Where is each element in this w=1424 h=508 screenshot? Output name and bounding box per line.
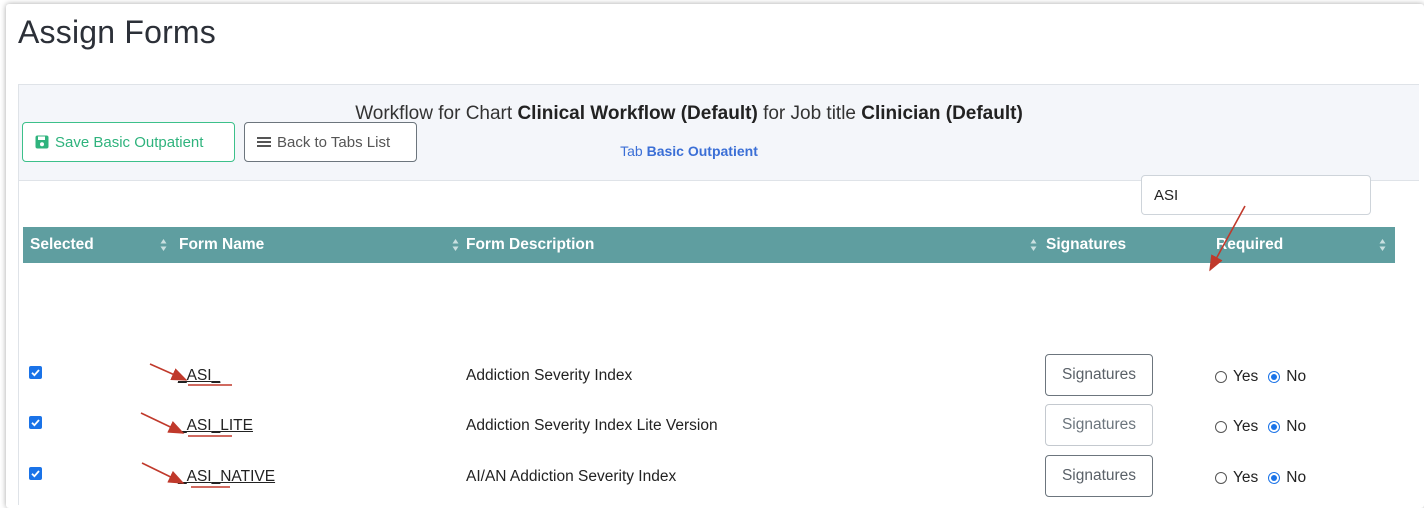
- signatures-button[interactable]: Signatures: [1045, 404, 1153, 446]
- required-yes-radio[interactable]: [1215, 371, 1227, 383]
- form-name-prefix: _ASI: [178, 417, 212, 434]
- form-description: Addiction Severity Index: [466, 367, 633, 384]
- yes-label: Yes: [1233, 368, 1259, 385]
- form-name-suffix: _LITE: [211, 417, 253, 434]
- tab-name: Basic Outpatient: [646, 143, 758, 159]
- required-radio-group: Yes No: [1215, 418, 1306, 436]
- required-yes-radio[interactable]: [1215, 421, 1227, 433]
- required-radio-group: Yes No: [1215, 469, 1306, 487]
- col-form-description[interactable]: Form Description: [466, 227, 594, 263]
- job-title: Clinician (Default): [861, 103, 1023, 124]
- table-row: _ASI_LITE Addiction Severity Index Lite …: [23, 404, 1395, 454]
- sort-icon[interactable]: [1030, 238, 1037, 252]
- required-no-radio[interactable]: [1268, 472, 1281, 484]
- form-name-link[interactable]: _ASI_: [178, 367, 220, 385]
- required-no-radio[interactable]: [1268, 371, 1281, 383]
- form-description: Addiction Severity Index Lite Version: [466, 417, 718, 434]
- workflow-prefix: Workflow for Chart: [355, 103, 513, 124]
- col-selected[interactable]: Selected: [30, 227, 94, 263]
- row-select-checkbox[interactable]: [29, 366, 42, 379]
- required-radio-group: Yes No: [1215, 368, 1306, 386]
- signatures-button[interactable]: Signatures: [1045, 354, 1153, 396]
- save-button-label: Save Basic Outpatient: [55, 133, 204, 151]
- form-name-suffix: _NATIVE: [211, 468, 276, 485]
- no-label: No: [1286, 368, 1307, 385]
- form-name-link[interactable]: _ASI_LITE: [178, 417, 253, 435]
- back-button-label: Back to Tabs List: [277, 133, 391, 151]
- form-description: AI/AN Addiction Severity Index: [466, 468, 677, 485]
- yes-label: Yes: [1233, 418, 1259, 435]
- col-form-name[interactable]: Form Name: [179, 227, 264, 263]
- tab-prefix: Tab: [620, 143, 643, 159]
- table-row: _ASI_ Addiction Severity Index Signature…: [23, 354, 1395, 404]
- required-no-radio[interactable]: [1268, 421, 1281, 433]
- workflow-middle: for Job title: [763, 103, 856, 124]
- save-icon: [35, 135, 49, 149]
- no-label: No: [1286, 469, 1307, 486]
- no-label: No: [1286, 418, 1307, 435]
- sort-icon[interactable]: [1379, 238, 1386, 252]
- search-input[interactable]: [1141, 175, 1371, 215]
- form-name-prefix: _ASI: [178, 468, 212, 485]
- col-signatures[interactable]: Signatures: [1046, 227, 1126, 263]
- form-name-link[interactable]: _ASI_NATIVE: [178, 468, 275, 486]
- form-name-suffix: _: [211, 367, 221, 384]
- chart-name: Clinical Workflow (Default): [517, 103, 758, 124]
- yes-label: Yes: [1233, 469, 1259, 486]
- col-required[interactable]: Required: [1216, 227, 1283, 263]
- sort-icon[interactable]: [452, 238, 459, 252]
- save-tab-button[interactable]: Save Basic Outpatient: [22, 122, 235, 162]
- page-title: Assign Forms: [18, 14, 216, 50]
- table-row: _ASI_NATIVE AI/AN Addiction Severity Ind…: [23, 455, 1395, 505]
- required-yes-radio[interactable]: [1215, 472, 1227, 484]
- sort-icon[interactable]: [160, 238, 167, 252]
- back-to-tabs-button[interactable]: Back to Tabs List: [244, 122, 417, 162]
- table-header: Selected Form Name Form Description Sign…: [23, 227, 1395, 263]
- signatures-button[interactable]: Signatures: [1045, 455, 1153, 497]
- row-select-checkbox[interactable]: [29, 467, 42, 480]
- form-name-prefix: _ASI: [178, 367, 212, 384]
- row-select-checkbox[interactable]: [29, 416, 42, 429]
- list-icon: [257, 136, 271, 148]
